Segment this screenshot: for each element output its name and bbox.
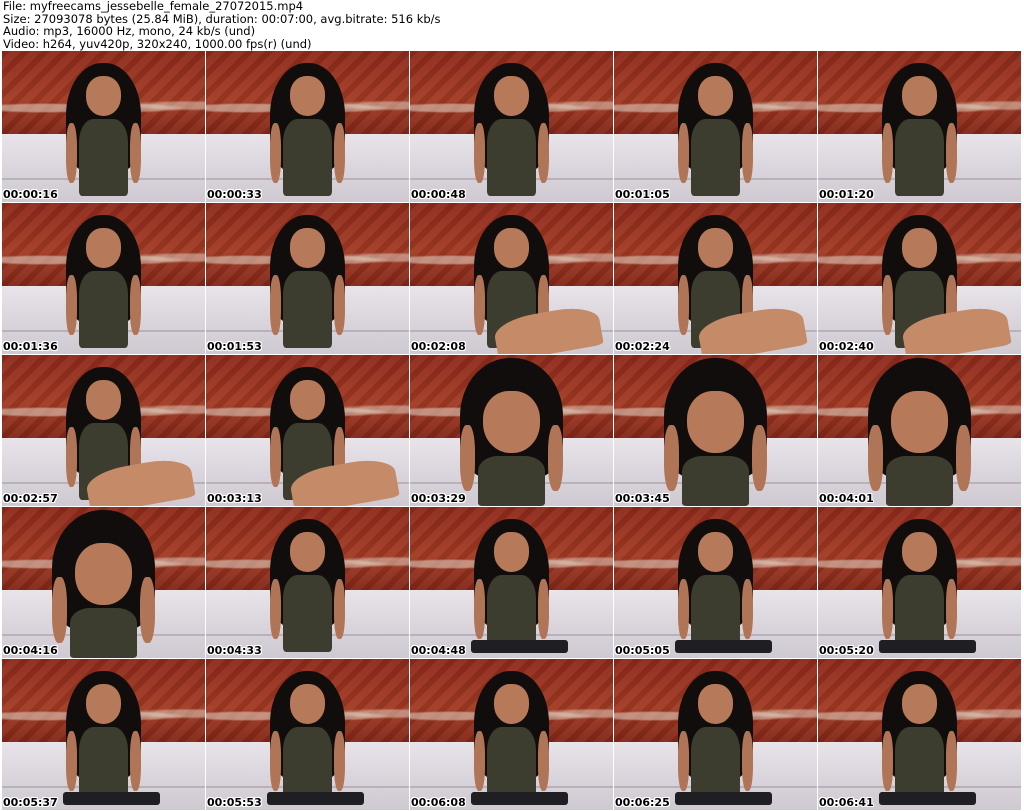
thumbnail-timestamp: 00:02:57 [3,492,58,505]
thumbnail-timestamp: 00:04:48 [411,644,466,657]
thumbnail-timestamp: 00:01:53 [207,340,262,353]
thumbnail-timestamp: 00:03:45 [615,492,670,505]
video-thumbnail: 00:06:25 [614,659,817,810]
video-thumbnail: 00:05:37 [2,659,205,810]
thumbnail-timestamp: 00:01:05 [615,188,670,201]
person-figure [261,519,354,652]
video-thumbnail: 00:01:20 [818,51,1021,202]
video-thumbnail: 00:05:53 [206,659,409,810]
video-thumbnail: 00:06:08 [410,659,613,810]
thumbnail-timestamp: 00:02:08 [411,340,466,353]
thumbnail-timestamp: 00:05:05 [615,644,670,657]
thumbnail-timestamp: 00:06:25 [615,796,670,809]
thumbnail-timestamp: 00:02:24 [615,340,670,353]
video-thumbnail: 00:03:29 [410,355,613,506]
thumbnail-timestamp: 00:01:20 [819,188,874,201]
video-thumbnail: 00:02:24 [614,203,817,354]
person-figure [873,63,966,196]
video-thumbnail: 00:04:01 [818,355,1021,506]
video-thumbnail: 00:06:41 [818,659,1021,810]
person-figure [669,671,762,804]
video-thumbnail: 00:05:05 [614,507,817,658]
person-figure [57,63,150,196]
thumbnail-timestamp: 00:00:33 [207,188,262,201]
person-figure [39,510,169,658]
keyboard [674,639,773,654]
video-thumbnail: 00:01:05 [614,51,817,202]
keyboard [878,639,977,654]
thumbnail-timestamp: 00:05:53 [207,796,262,809]
video-thumbnail: 00:01:36 [2,203,205,354]
thumbnail-timestamp: 00:06:08 [411,796,466,809]
video-thumbnail: 00:04:48 [410,507,613,658]
video-thumbnail: 00:04:16 [2,507,205,658]
thumbnail-timestamp: 00:01:36 [3,340,58,353]
person-figure [57,215,150,348]
keyboard [470,639,569,654]
video-thumbnail: 00:00:16 [2,51,205,202]
file-info-header: File: myfreecams_jessebelle_female_27072… [3,0,1021,50]
person-figure [855,358,985,506]
thumbnail-timestamp: 00:04:33 [207,644,262,657]
thumbnail-grid: 00:00:16 00:00:33 00:00:48 00:01:05 00:0… [2,51,1022,811]
person-figure [873,671,966,804]
keyboard [878,791,977,806]
video-thumbnail: 00:02:08 [410,203,613,354]
thumbnail-timestamp: 00:03:29 [411,492,466,505]
thumbnail-timestamp: 00:05:37 [3,796,58,809]
video-info-line: Video: h264, yuv420p, 320x240, 1000.00 f… [3,36,312,51]
person-figure [465,671,558,804]
person-figure [669,519,762,652]
person-figure [465,63,558,196]
video-thumbnail: 00:03:45 [614,355,817,506]
video-thumbnail: 00:05:20 [818,507,1021,658]
thumbnail-timestamp: 00:03:13 [207,492,262,505]
thumbnail-timestamp: 00:06:41 [819,796,874,809]
thumbnail-timestamp: 00:04:16 [3,644,58,657]
keyboard [470,791,569,806]
file-name-line: File: myfreecams_jessebelle_female_27072… [3,0,304,13]
thumbnail-timestamp: 00:04:01 [819,492,874,505]
person-figure [57,671,150,804]
person-figure [873,519,966,652]
keyboard [62,791,161,806]
video-thumbnail: 00:00:48 [410,51,613,202]
video-thumbnail: 00:03:13 [206,355,409,506]
video-thumbnail: 00:01:53 [206,203,409,354]
person-figure [447,358,577,506]
person-figure [261,63,354,196]
thumbnail-timestamp: 00:00:16 [3,188,58,201]
keyboard [266,791,365,806]
person-figure [651,358,781,506]
video-thumbnail: 00:02:40 [818,203,1021,354]
person-figure [261,215,354,348]
thumbnail-timestamp: 00:00:48 [411,188,466,201]
keyboard [674,791,773,806]
video-thumbnail: 00:00:33 [206,51,409,202]
person-figure [465,519,558,652]
video-thumbnail: 00:02:57 [2,355,205,506]
audio-info-line: Audio: mp3, 16000 Hz, mono, 24 kb/s (und… [3,24,256,38]
video-thumbnail: 00:04:33 [206,507,409,658]
thumbnail-timestamp: 00:02:40 [819,340,874,353]
thumbnail-timestamp: 00:05:20 [819,644,874,657]
person-figure [261,671,354,804]
person-figure [669,63,762,196]
